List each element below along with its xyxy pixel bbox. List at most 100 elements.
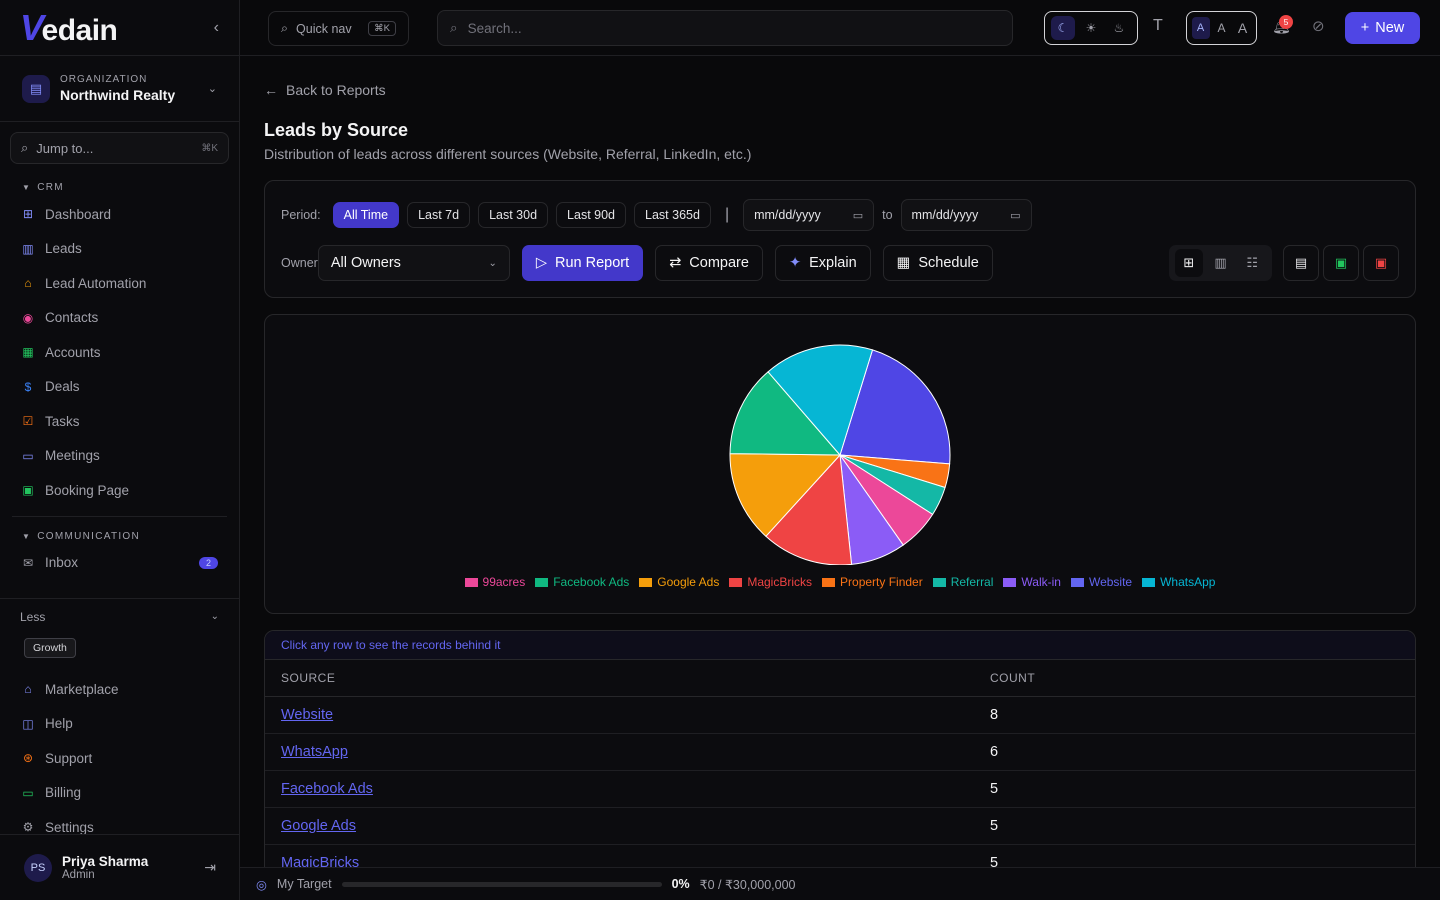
grid-view-icon[interactable]: ⊞ (1174, 249, 1203, 277)
actions-row: Owner All Owners ⌄ ▷ Run Report ⇄ Compar… (281, 245, 993, 281)
date-to-input[interactable]: mm/dd/yyyy ▭ (900, 199, 1032, 231)
new-button[interactable]: + New (1345, 12, 1420, 44)
run-report-button[interactable]: ▷ Run Report (521, 245, 644, 281)
font-size-small[interactable]: A (1191, 17, 1210, 39)
legend-item[interactable]: 99acres (464, 575, 525, 589)
table-row[interactable]: Google Ads 5 (265, 808, 1415, 845)
legend-swatch (932, 577, 946, 587)
list-view-icon[interactable]: ☷ (1238, 249, 1266, 277)
source-link[interactable]: WhatsApp (281, 744, 348, 760)
legend-item[interactable]: Facebook Ads (535, 575, 629, 589)
jump-to-input[interactable]: ⌕ Jump to... ⌘K (10, 132, 229, 164)
text-size-icon[interactable]: T (1153, 17, 1163, 35)
sidebar: V edain ‹ ▤ ORGANIZATION Northwind Realt… (0, 0, 240, 900)
sidebar-item-inbox[interactable]: ✉ Inbox 2 (0, 546, 239, 581)
chevron-down-icon: ⌄ (207, 83, 217, 95)
export-pdf-icon[interactable]: ▣ (1363, 245, 1399, 281)
period-all-time[interactable]: All Time (332, 202, 400, 228)
sidebar-item-lead-automation[interactable]: ⌂ Lead Automation (0, 266, 239, 301)
table-row[interactable]: WhatsApp 6 (265, 734, 1415, 771)
legend-swatch (729, 577, 743, 587)
logout-icon[interactable]: ⇥ (204, 859, 216, 876)
org-name: Northwind Realty (60, 87, 176, 103)
legend-item[interactable]: Website (1070, 575, 1132, 589)
flame-icon[interactable]: ♨ (1107, 16, 1131, 40)
count-cell: 8 (990, 707, 999, 723)
sidebar-item-label: Tasks (45, 413, 80, 429)
sun-icon[interactable]: ☀ (1079, 16, 1103, 40)
back-link[interactable]: ← Back to Reports (264, 82, 386, 98)
sidebar-item-accounts[interactable]: ▦ Accounts (0, 335, 239, 370)
sidebar-item-label: Accounts (45, 344, 101, 360)
legend-item[interactable]: WhatsApp (1142, 575, 1215, 589)
quick-nav-button[interactable]: ⌕ Quick nav ⌘K (268, 11, 409, 46)
logo[interactable]: V edain (20, 6, 118, 49)
table-row[interactable]: Facebook Ads 5 (265, 771, 1415, 808)
calendar-icon[interactable]: ▭ (1010, 209, 1020, 222)
font-size-large[interactable]: A (1234, 17, 1252, 39)
period-last-365d[interactable]: Last 365d (634, 202, 711, 228)
owner-select[interactable]: All Owners ⌄ (317, 245, 510, 281)
legend-item[interactable]: MagicBricks (729, 575, 812, 589)
user-profile[interactable]: PS Priya Sharma Admin ⇥ (0, 834, 240, 900)
legend-item[interactable]: Walk-in (1003, 575, 1061, 589)
sidebar-item-contacts[interactable]: ◉ Contacts (0, 301, 239, 336)
bar-chart-icon[interactable]: ▥ (1206, 249, 1234, 277)
legend-item[interactable]: Referral (932, 575, 993, 589)
date-to-value: mm/dd/yyyy (911, 208, 979, 222)
less-toggle[interactable]: Less ⌄ (0, 598, 239, 634)
sidebar-item-meetings[interactable]: ▭ Meetings (0, 439, 239, 474)
legend-item[interactable]: Google Ads (639, 575, 719, 589)
font-size-medium[interactable]: A (1213, 17, 1231, 39)
sidebar-item-dashboard[interactable]: ⊞ Dashboard (0, 197, 239, 232)
org-switcher[interactable]: ▤ ORGANIZATION Northwind Realty ⌄ (0, 56, 239, 122)
sidebar-item-help[interactable]: ◫ Help (0, 707, 239, 742)
gear-icon: ⚙ (22, 820, 34, 835)
growth-tag[interactable]: Growth (24, 638, 76, 658)
section-communication[interactable]: ▼ COMMUNICATION (0, 531, 239, 542)
explain-button[interactable]: ✦ Explain (774, 245, 871, 281)
bot-icon: ⌂ (24, 276, 32, 291)
export-csv-icon[interactable]: ▣ (1323, 245, 1359, 281)
period-last-7d[interactable]: Last 7d (407, 202, 471, 228)
column-count[interactable]: COUNT (990, 671, 1415, 685)
column-source[interactable]: SOURCE (265, 671, 990, 685)
source-link[interactable]: Facebook Ads (281, 781, 373, 797)
period-last-90d[interactable]: Last 90d (556, 202, 627, 228)
source-link[interactable]: MagicBricks (281, 855, 359, 867)
sidebar-item-label: Booking Page (45, 482, 130, 498)
sidebar-item-marketplace[interactable]: ⌂ Marketplace (0, 672, 239, 707)
table-icon[interactable]: ▤ (1283, 245, 1319, 281)
table-row[interactable]: MagicBricks 5 (265, 845, 1415, 867)
sidebar-item-tasks[interactable]: ☑ Tasks (0, 404, 239, 439)
bell-off-icon[interactable]: ⊘ (1312, 17, 1325, 35)
schedule-button[interactable]: ▦ Schedule (882, 245, 993, 281)
legend-item[interactable]: Property Finder (822, 575, 923, 589)
pie-chart (729, 344, 951, 566)
sidebar-item-booking-page[interactable]: ▣ Booking Page (0, 473, 239, 508)
table-row[interactable]: Website 8 (265, 697, 1415, 734)
calendar-clock-icon: ▦ (896, 255, 911, 271)
section-crm[interactable]: ▼ CRM (0, 182, 239, 193)
sidebar-item-billing[interactable]: ▭ Billing (0, 776, 239, 811)
play-icon: ▷ (535, 255, 547, 271)
legend-swatch (1142, 577, 1156, 587)
sidebar-item-deals[interactable]: $ Deals (0, 370, 239, 405)
compare-button[interactable]: ⇄ Compare (655, 245, 763, 281)
sidebar-item-leads[interactable]: ▥ Leads (0, 232, 239, 267)
search-icon: ⌕ (21, 140, 29, 155)
legend-label: MagicBricks (747, 575, 813, 589)
source-link[interactable]: Google Ads (281, 818, 356, 834)
calendar-icon[interactable]: ▭ (853, 209, 863, 222)
moon-icon[interactable]: ☾ (1051, 16, 1075, 40)
logo-mark: V (20, 6, 44, 48)
chevron-left-icon[interactable]: ‹ (214, 19, 219, 37)
period-last-30d[interactable]: Last 30d (478, 202, 549, 228)
dollar-icon: $ (24, 379, 32, 394)
search-input[interactable]: ⌕ Search... (437, 10, 1013, 46)
date-from-input[interactable]: mm/dd/yyyy ▭ (743, 199, 875, 231)
lifebuoy-icon: ⊛ (22, 751, 34, 766)
source-link[interactable]: Website (281, 707, 333, 723)
bottom-nav: ⌂ Marketplace ◫ Help ⊛ Support ▭ Billing ⚙ Settin… (0, 672, 239, 845)
sidebar-item-support[interactable]: ⊛ Support (0, 741, 239, 776)
